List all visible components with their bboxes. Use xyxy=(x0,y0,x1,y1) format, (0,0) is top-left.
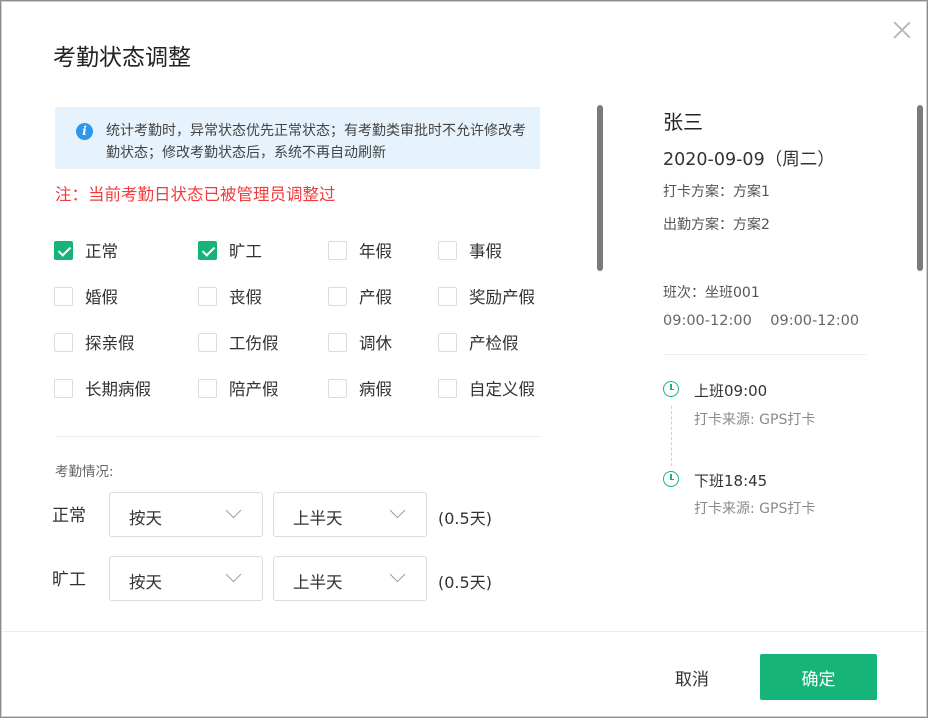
status-checkbox-label: 产检假 xyxy=(469,334,519,353)
right-scrollbar[interactable] xyxy=(917,105,923,271)
info-text: 统计考勤时，异常状态优先正常状态；有考勤类审批时不允许修改考勤状态；修改考勤状态… xyxy=(106,123,526,161)
clock-in-source: 打卡来源: GPS打卡 xyxy=(694,412,816,428)
timeline-connector xyxy=(671,406,672,466)
unit-select-normal[interactable]: 按天 xyxy=(109,492,263,537)
employee-name: 张三 xyxy=(663,110,703,134)
status-checkbox-label: 正常 xyxy=(85,242,118,261)
status-checkbox[interactable]: 年假 xyxy=(328,238,392,262)
checkbox-box[interactable] xyxy=(438,378,457,398)
status-checkbox-label: 丧假 xyxy=(229,288,262,307)
checkbox-box[interactable] xyxy=(54,286,73,306)
unit-select-value: 按天 xyxy=(129,573,162,592)
right-divider xyxy=(663,354,866,355)
status-checkbox[interactable]: 婚假 xyxy=(54,284,118,308)
close-icon[interactable] xyxy=(890,18,914,42)
status-checkbox-label: 婚假 xyxy=(85,288,118,307)
unit-select-value: 按天 xyxy=(129,509,162,528)
checkbox-box[interactable] xyxy=(198,286,217,306)
check-icon[interactable] xyxy=(54,240,73,260)
checkbox-box[interactable] xyxy=(328,378,347,398)
attendance-plan: 出勤方案：方案2 xyxy=(663,217,770,233)
chevron-down-icon xyxy=(225,502,242,519)
clock-icon xyxy=(663,381,679,397)
checkbox-box[interactable] xyxy=(438,286,457,306)
status-checkbox-label: 长期病假 xyxy=(85,380,151,399)
status-checkbox[interactable]: 事假 xyxy=(438,238,502,262)
status-checkbox-label: 探亲假 xyxy=(85,334,135,353)
status-checkbox[interactable]: 调休 xyxy=(328,330,392,354)
status-checkbox-label: 调休 xyxy=(359,334,392,353)
chevron-down-icon xyxy=(225,566,242,583)
status-checkbox-label: 工伤假 xyxy=(229,334,279,353)
status-checkbox[interactable]: 病假 xyxy=(328,376,392,400)
status-checkbox-label: 产假 xyxy=(359,288,392,307)
status-checkbox-label: 陪产假 xyxy=(229,380,279,399)
status-checkbox[interactable]: 探亲假 xyxy=(54,330,135,354)
status-checkbox[interactable]: 丧假 xyxy=(198,284,262,308)
days-count-normal: (0.5天) xyxy=(438,509,492,528)
period-select-absent[interactable]: 上半天 xyxy=(273,556,427,601)
clock-plan: 打卡方案：方案1 xyxy=(663,184,770,200)
period-select-value: 上半天 xyxy=(293,509,343,528)
clock-out-source: 打卡来源: GPS打卡 xyxy=(694,501,816,517)
checkbox-box[interactable] xyxy=(438,240,457,260)
status-checkbox-label: 事假 xyxy=(469,242,502,261)
confirm-button[interactable]: 确定 xyxy=(760,654,877,700)
clock-in-title: 上班09:00 xyxy=(694,382,768,400)
info-icon: i xyxy=(76,123,93,140)
check-icon[interactable] xyxy=(198,240,217,260)
chevron-down-icon xyxy=(389,566,406,583)
status-checkbox[interactable]: 自定义假 xyxy=(438,376,535,400)
status-checkbox[interactable]: 产检假 xyxy=(438,330,519,354)
status-checkbox[interactable]: 陪产假 xyxy=(198,376,279,400)
status-checkbox-label: 病假 xyxy=(359,380,392,399)
chevron-down-icon xyxy=(389,502,406,519)
clock-out-title: 下班18:45 xyxy=(694,472,768,490)
checkbox-box[interactable] xyxy=(328,332,347,352)
checkbox-box[interactable] xyxy=(438,332,457,352)
checkbox-box[interactable] xyxy=(54,378,73,398)
days-count-absent: (0.5天) xyxy=(438,573,492,592)
checkbox-box[interactable] xyxy=(198,378,217,398)
status-checkbox[interactable]: 工伤假 xyxy=(198,330,279,354)
unit-select-absent[interactable]: 按天 xyxy=(109,556,263,601)
period-select-normal[interactable]: 上半天 xyxy=(273,492,427,537)
dialog-title: 考勤状态调整 xyxy=(53,45,191,71)
cancel-button[interactable]: 取消 xyxy=(642,654,742,700)
status-checkbox[interactable]: 奖励产假 xyxy=(438,284,535,308)
status-checkbox[interactable]: 正常 xyxy=(54,238,118,262)
attendance-date: 2020-09-09（周二） xyxy=(663,150,835,170)
row-label-absent: 旷工 xyxy=(52,570,86,590)
footer-divider xyxy=(2,631,926,632)
status-checkbox[interactable]: 长期病假 xyxy=(54,376,151,400)
left-scrollbar[interactable] xyxy=(597,105,603,271)
status-checkbox-label: 自定义假 xyxy=(469,380,535,399)
admin-adjusted-warning: 注：当前考勤日状态已被管理员调整过 xyxy=(55,185,336,204)
situation-label: 考勤情况: xyxy=(55,464,114,480)
checkbox-box[interactable] xyxy=(198,332,217,352)
period-select-value: 上半天 xyxy=(293,573,343,592)
checkbox-box[interactable] xyxy=(328,286,347,306)
status-checkbox[interactable]: 产假 xyxy=(328,284,392,308)
shift-times: 09:00-12:00 09:00-12:00 xyxy=(663,313,860,329)
status-checkbox-label: 奖励产假 xyxy=(469,288,535,307)
row-label-normal: 正常 xyxy=(52,506,86,526)
status-checkbox-label: 旷工 xyxy=(229,242,262,261)
status-checkbox-label: 年假 xyxy=(359,242,392,261)
attendance-adjust-dialog: 考勤状态调整 i 统计考勤时，异常状态优先正常状态；有考勤类审批时不允许修改考勤… xyxy=(1,1,927,717)
shift-name: 班次：坐班001 xyxy=(663,285,760,301)
info-banner: i 统计考勤时，异常状态优先正常状态；有考勤类审批时不允许修改考勤状态；修改考勤… xyxy=(55,107,540,169)
checkbox-box[interactable] xyxy=(54,332,73,352)
status-checkbox[interactable]: 旷工 xyxy=(198,238,262,262)
checkbox-box[interactable] xyxy=(328,240,347,260)
clock-icon xyxy=(663,471,679,487)
section-divider xyxy=(55,436,542,437)
